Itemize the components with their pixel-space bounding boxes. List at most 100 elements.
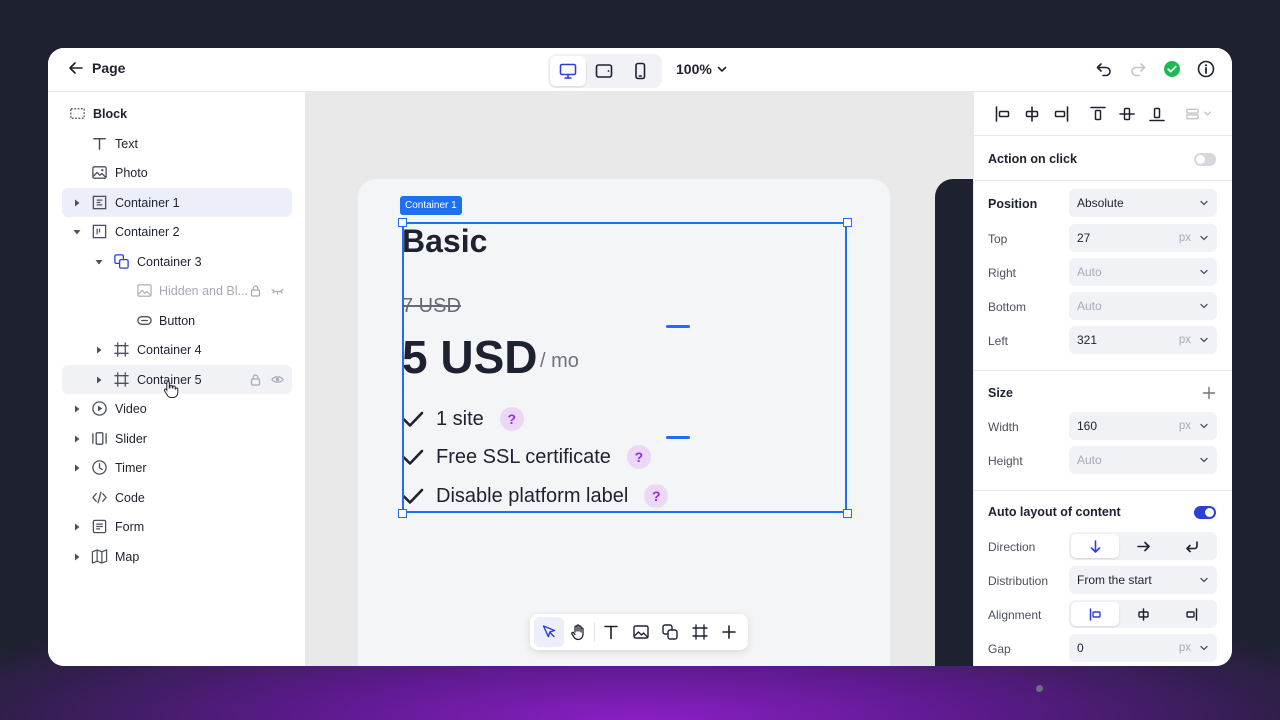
zoom-value: 100% [676,61,712,77]
caret-right-icon[interactable] [94,345,104,355]
redo-button[interactable] [1128,59,1148,79]
caret-right-icon[interactable] [72,434,82,444]
tablet-view-button[interactable] [586,56,622,86]
image-tool[interactable] [626,617,656,647]
top-label: Top [988,232,1008,246]
align-center-h-button[interactable] [1022,104,1042,124]
mobile-view-button[interactable] [622,56,658,86]
gap-input[interactable]: 0 px [1069,634,1217,662]
left-input[interactable]: 321 px [1069,326,1217,354]
lock-icon[interactable] [247,283,263,299]
arrow-down-icon [1090,539,1100,553]
layer-block[interactable]: Block [62,99,292,128]
caret-right-icon[interactable] [72,552,82,562]
layer-slider[interactable]: Slider [62,424,292,453]
caret-down-icon[interactable] [72,227,82,237]
caret-right-icon[interactable] [72,404,82,414]
padding-handle[interactable] [666,325,690,328]
layer-container-4[interactable]: Container 4 [62,335,292,364]
layer-container-2[interactable]: Container 2 [62,217,292,246]
back-button[interactable]: Page [68,60,125,76]
layer-text[interactable]: Text [62,129,292,158]
distribute-dropdown[interactable] [1183,104,1217,124]
align-middle-button[interactable] [1117,104,1137,124]
top-input[interactable]: 27 px [1069,224,1217,252]
resize-handle-top-right[interactable] [843,218,852,227]
add-size-button[interactable] [1202,386,1216,400]
layer-button[interactable]: Button [62,306,292,335]
resize-handle-top-left[interactable] [398,218,407,227]
direction-horizontal-button[interactable] [1119,534,1167,558]
inspector-panel: Action on click Position Absolute Top 27… [973,92,1232,666]
selection-box[interactable] [402,222,847,513]
layer-hidden-image[interactable]: Hidden and Bl... [62,276,292,305]
layer-photo[interactable]: Photo [62,158,292,187]
dark-card-edge[interactable] [935,179,973,666]
eye-closed-icon[interactable] [269,283,285,299]
group-tool[interactable] [655,617,685,647]
caret-right-icon[interactable] [72,522,82,532]
action-on-click-toggle[interactable] [1194,153,1216,166]
lock-icon[interactable] [247,372,263,388]
form-icon [90,518,108,536]
position-select[interactable]: Absolute [1069,189,1217,217]
add-tool[interactable] [714,617,744,647]
direction-wrap-button[interactable] [1167,534,1215,558]
distribution-select[interactable]: From the start [1069,566,1217,594]
alignment-segmented [1069,600,1217,628]
distribute-icon [1186,108,1212,120]
alignment-label: Alignment [988,608,1042,622]
gap-value: 0 [1077,641,1084,655]
bottom-input[interactable]: Auto [1069,292,1217,320]
align-right-button[interactable] [1051,104,1071,124]
caret-right-icon[interactable] [94,375,104,385]
hand-tool[interactable] [564,617,594,647]
slider-icon [90,430,108,448]
select-tool[interactable] [534,617,564,647]
position-label: Position [988,197,1038,211]
resize-handle-bottom-left[interactable] [398,509,407,518]
eye-icon[interactable] [269,372,285,388]
section-divider [974,180,1232,181]
distribution-value: From the start [1077,573,1152,587]
caret-down-icon[interactable] [94,257,104,267]
mobile-icon [635,62,646,80]
text-tool[interactable] [596,617,626,647]
layer-timer[interactable]: Timer [62,453,292,482]
alignment-end-button[interactable] [1167,602,1215,626]
padding-handle[interactable] [666,436,690,439]
align-left-button[interactable] [993,104,1013,124]
layer-container-3[interactable]: Container 3 [62,247,292,276]
frame-tool[interactable] [685,617,715,647]
map-icon [90,548,108,566]
layer-container-1[interactable]: Container 1 [62,188,292,217]
align-top-button[interactable] [1088,104,1108,124]
block-icon [68,105,86,123]
undo-button[interactable] [1094,59,1114,79]
frame-icon [112,341,130,359]
layer-form[interactable]: Form [62,512,292,541]
resize-handle-bottom-right[interactable] [843,509,852,518]
width-input[interactable]: 160 px [1069,412,1217,440]
alignment-start-button[interactable] [1071,602,1119,626]
canvas-area[interactable]: Container 1 Basic 7 USD 5 USD / mo 1 sit… [306,92,973,666]
align-bottom-button[interactable] [1147,104,1167,124]
layer-label: Code [115,490,145,505]
info-button[interactable] [1196,59,1216,79]
alignment-center-button[interactable] [1119,602,1167,626]
align-bottom-icon [1149,107,1165,122]
auto-layout-toggle[interactable] [1194,506,1216,519]
zoom-dropdown[interactable]: 100% [676,61,728,77]
right-input[interactable]: Auto [1069,258,1217,286]
toolbar-divider [594,622,596,642]
layer-map[interactable]: Map [62,542,292,571]
direction-vertical-button[interactable] [1071,534,1119,558]
desktop-view-button[interactable] [550,56,586,86]
cursor-icon [542,625,555,638]
height-input[interactable]: Auto [1069,446,1217,474]
caret-right-icon[interactable] [72,463,82,473]
layer-code[interactable]: Code [62,483,292,512]
layer-video[interactable]: Video [62,394,292,423]
caret-right-icon[interactable] [72,198,82,208]
top-value: 27 [1077,231,1091,245]
